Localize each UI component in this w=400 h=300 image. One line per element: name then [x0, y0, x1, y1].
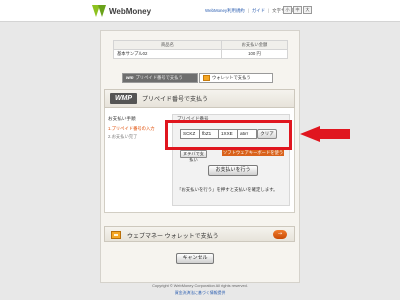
header-links: WebMoney利用規約 | ガイド | 文字サイズ	[205, 8, 294, 14]
table-row: 基本サンプル02 100 円	[113, 49, 289, 59]
tab-prepaid[interactable]: wm プリペイド番号で支払う	[122, 73, 198, 83]
cancel-button[interactable]: キャンセル	[176, 253, 214, 264]
software-keyboard-link[interactable]: ソフトウェアキーボードを使う	[222, 150, 285, 156]
copyright-text: Copyright © WebMoney Corporation All rig…	[152, 283, 248, 288]
column-header-product: 商品名	[113, 40, 222, 50]
items-table: 商品名 お支払い金額 基本サンプル02 100 円	[113, 40, 289, 59]
product-price: 100 円	[220, 49, 289, 59]
column-header-amount: お支払い金額	[220, 40, 289, 50]
wallet-section[interactable]: ウェブマネー ウォレットで支払う →	[104, 226, 295, 242]
step-next: 2.お支払い完了	[108, 134, 138, 139]
font-size-buttons: 小 中 大	[283, 6, 312, 14]
table-header-row: 商品名 お支払い金額	[113, 40, 289, 50]
confirm-note: 「お支払いを行う」を押すと支払いを確定します。	[177, 187, 278, 192]
terms-link[interactable]: WebMoney利用規約	[205, 8, 245, 14]
highlight-box	[165, 120, 292, 150]
wallet-icon	[203, 75, 210, 81]
wallet-section-title: ウェブマネー ウォレットで支払う	[127, 234, 219, 240]
top-header: WebMoney WebMoney利用規約 | ガイド | 文字サイズ 小 中 …	[0, 0, 400, 22]
wallet-icon	[111, 231, 121, 239]
font-size-small-button[interactable]: 小	[283, 6, 292, 14]
link-separator: |	[268, 8, 270, 13]
pay-button[interactable]: お支払いを行う	[208, 165, 258, 176]
tab-wallet[interactable]: ウォレットで支払う	[199, 73, 273, 83]
steps-heading: お支払い手順	[108, 116, 136, 121]
logo-text: WebMoney	[109, 6, 152, 16]
webmoney-logo-icon	[92, 5, 106, 17]
prepaid-badge-logo: WMP	[110, 93, 137, 104]
payment-tabs: wm プリペイド番号で支払う ウォレットで支払う	[122, 73, 273, 83]
prepaid-section-title: プリペイド番号で支払う	[142, 97, 209, 103]
font-size-medium-button[interactable]: 中	[293, 6, 302, 14]
prepaid-tab-logo: wm	[126, 75, 134, 80]
tab-prepaid-label: プリペイド番号で支払う	[135, 75, 183, 80]
webmoney-logo[interactable]: WebMoney	[92, 4, 151, 18]
guide-link[interactable]: ガイド	[252, 8, 265, 14]
step-current: 1.プリペイド番号の入力	[108, 126, 155, 131]
payment-steps: お支払い手順 1.プリペイド番号の入力 2.お支払い完了	[108, 116, 168, 140]
footer-link[interactable]: 資金決済法に基づく情報提供	[0, 290, 400, 296]
font-size-large-button[interactable]: 大	[303, 6, 312, 14]
prepaid-section-header: WMP プリペイド番号で支払う	[104, 89, 295, 108]
link-separator: |	[247, 8, 249, 13]
secondary-pay-button[interactable]: ヌテバで支払い	[180, 150, 207, 162]
arrow-right-icon[interactable]: →	[273, 230, 287, 239]
product-name: 基本サンプル02	[113, 49, 222, 59]
red-arrow-icon	[300, 126, 350, 142]
tab-wallet-label: ウォレットで支払う	[212, 75, 251, 80]
